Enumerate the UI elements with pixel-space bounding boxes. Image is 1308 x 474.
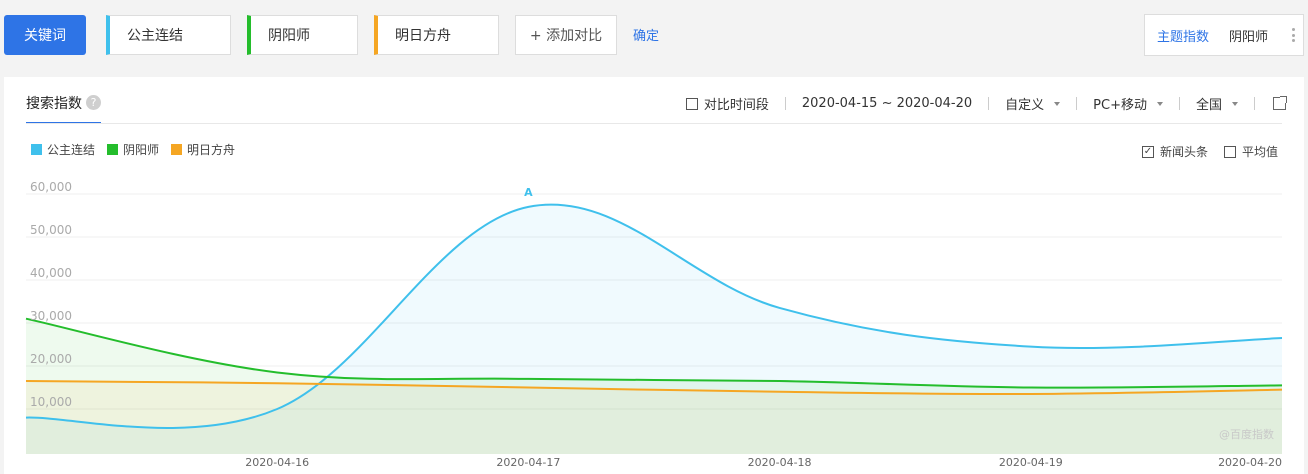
filter-bar: 对比时间段 2020-04-15 ~ 2020-04-20 自定义 PC+移动 …	[685, 94, 1287, 113]
divider	[1178, 97, 1180, 110]
external-link-icon[interactable]	[1273, 96, 1287, 110]
tab-divider	[26, 123, 1282, 124]
top-bar: 关键词 公主连结 阴阳师 明日方舟 + 添加对比 确定 主题指数 阴阳师	[0, 0, 1308, 72]
help-icon[interactable]: ?	[86, 95, 101, 110]
custom-range-dropdown[interactable]: 自定义	[1005, 94, 1061, 113]
theme-keyword[interactable]: 阴阳师	[1229, 26, 1268, 45]
divider	[1254, 97, 1255, 110]
theme-index-label[interactable]: 主题指数	[1157, 26, 1209, 45]
compare-period-label: 对比时间段	[703, 98, 769, 113]
add-compare-button[interactable]: + 添加对比	[515, 15, 617, 55]
x-tick-label: 2020-04-20	[1218, 456, 1282, 469]
x-axis-ticks: 2020-04-16 2020-04-17 2020-04-18 2020-04-19…	[245, 456, 1282, 469]
device-label: PC+移动	[1093, 98, 1147, 113]
region-label: 全国	[1195, 98, 1222, 113]
tab-search-index-label: 搜索指数	[26, 96, 82, 112]
divider	[1076, 97, 1078, 110]
theme-index-selector[interactable]: 主题指数 阴阳师	[1144, 14, 1304, 56]
chevron-down-icon	[1156, 101, 1163, 106]
y-tick-label: 10,000	[30, 395, 72, 409]
tab-search-index[interactable]: 搜索指数 ?	[26, 93, 101, 124]
watermark: @百度指数	[1219, 427, 1274, 441]
compare-period-toggle[interactable]: 对比时间段	[685, 94, 769, 113]
more-vertical-icon[interactable]	[1292, 28, 1295, 42]
confirm-link[interactable]: 确定	[633, 25, 659, 44]
keyword-box-2[interactable]: 阴阳师	[247, 15, 358, 55]
y-tick-label: 60,000	[30, 180, 72, 194]
divider	[784, 97, 786, 110]
x-tick-label: 2020-04-16	[245, 456, 309, 469]
x-tick-label: 2020-04-18	[748, 456, 812, 469]
annotation-marker: A	[524, 186, 533, 199]
search-index-panel: 搜索指数 ? 对比时间段 2020-04-15 ~ 2020-04-20 自定义…	[4, 77, 1304, 474]
y-tick-label: 50,000	[30, 223, 72, 237]
region-dropdown[interactable]: 全国	[1196, 94, 1238, 113]
y-tick-label: 40,000	[30, 266, 72, 280]
annotations: A	[524, 186, 533, 199]
y-tick-label: 30,000	[30, 309, 72, 323]
y-tick-label: 20,000	[30, 352, 72, 366]
keyword-box-3[interactable]: 明日方舟	[374, 15, 499, 55]
divider	[988, 97, 990, 110]
search-index-chart: 10,000 20,000 30,000 40,000 50,000 60,000 202…	[25, 180, 1283, 469]
chevron-down-icon	[1054, 101, 1061, 106]
x-tick-label: 2020-04-19	[999, 456, 1063, 469]
chevron-down-icon	[1232, 101, 1238, 106]
custom-range-label: 自定义	[1005, 98, 1045, 113]
keyword-box-1[interactable]: 公主连结	[106, 15, 231, 55]
date-range[interactable]: 2020-04-15 ~ 2020-04-20	[802, 96, 972, 111]
x-tick-label: 2020-04-17	[496, 456, 560, 469]
compare-period-checkbox[interactable]	[685, 97, 698, 110]
keyword-button[interactable]: 关键词	[4, 15, 86, 55]
device-dropdown[interactable]: PC+移动	[1093, 94, 1163, 113]
